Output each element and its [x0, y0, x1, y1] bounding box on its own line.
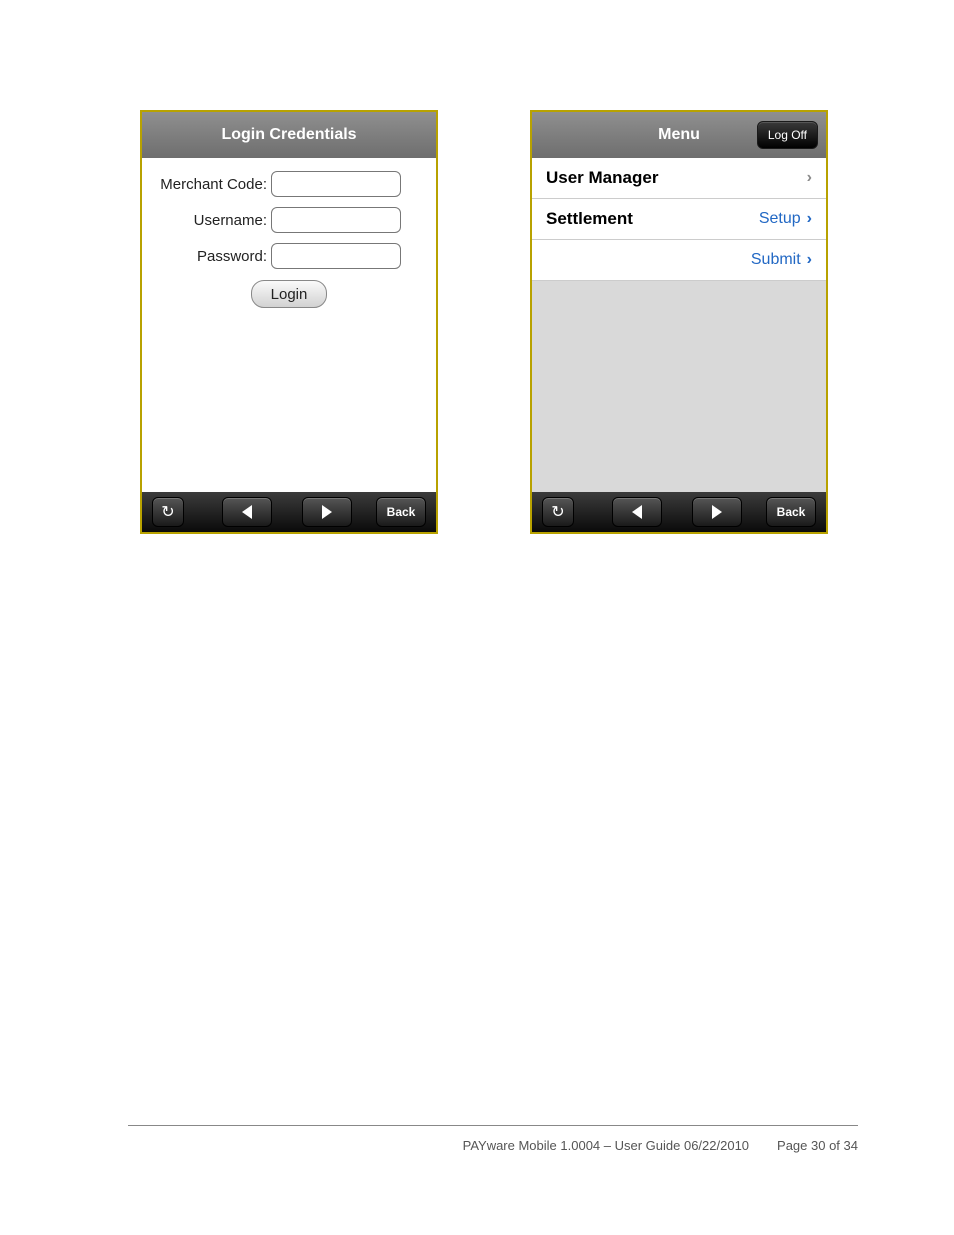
nav-prev-button[interactable]: [222, 497, 272, 527]
refresh-button[interactable]: ↻: [152, 497, 184, 527]
refresh-button[interactable]: ↻: [542, 497, 574, 527]
title-login: Login Credentials: [221, 126, 356, 144]
refresh-icon: ↻: [551, 502, 564, 522]
phone-login: Login Credentials Merchant Code: Usernam…: [140, 110, 438, 534]
triangle-right-icon: [712, 505, 722, 519]
input-username[interactable]: [271, 207, 401, 233]
label-user-manager: User Manager: [546, 168, 658, 188]
footer: PAYware Mobile 1.0004 – User Guide 06/22…: [463, 1138, 858, 1153]
label-settlement: Settlement: [546, 209, 633, 229]
screenshots-row: Login Credentials Merchant Code: Usernam…: [0, 0, 954, 534]
footer-doc: PAYware Mobile 1.0004 – User Guide 06/22…: [463, 1138, 749, 1153]
nav-prev-button[interactable]: [612, 497, 662, 527]
chevron-right-icon: ›: [807, 210, 812, 228]
login-fill: [142, 308, 436, 492]
label-password: Password:: [142, 248, 271, 265]
trail-submit: Submit ›: [751, 251, 812, 269]
menu-content: User Manager › Settlement Setup ›: [532, 158, 826, 492]
titlebar-menu: Menu Log Off: [532, 112, 826, 158]
triangle-left-icon: [632, 505, 642, 519]
toolbar-menu: ↻ Back: [532, 492, 826, 532]
chevron-right-icon: ›: [807, 251, 812, 269]
menu-list: User Manager › Settlement Setup ›: [532, 158, 826, 281]
title-menu: Menu: [658, 126, 700, 144]
row-settlement-setup[interactable]: Settlement Setup ›: [532, 199, 826, 240]
phone-menu: Menu Log Off User Manager › Settlement S…: [530, 110, 828, 534]
chevron-right-icon: ›: [807, 169, 812, 187]
refresh-icon: ↻: [161, 502, 174, 522]
input-password[interactable]: [271, 243, 401, 269]
label-merchant: Merchant Code:: [142, 176, 271, 193]
input-merchant-code[interactable]: [271, 171, 401, 197]
link-submit: Submit: [751, 251, 801, 269]
nav-next-button[interactable]: [302, 497, 352, 527]
toolbar-login: ↻ Back: [142, 492, 436, 532]
link-setup: Setup: [759, 210, 801, 228]
footer-page: Page 30 of 34: [777, 1138, 858, 1153]
triangle-left-icon: [242, 505, 252, 519]
nav-next-button[interactable]: [692, 497, 742, 527]
login-content: Merchant Code: Username: Password: Login: [142, 158, 436, 492]
row-username: Username:: [142, 204, 436, 236]
menu-fill: [532, 281, 826, 492]
trail-setup: Setup ›: [759, 210, 812, 228]
logoff-button[interactable]: Log Off: [757, 121, 818, 149]
back-button[interactable]: Back: [766, 497, 816, 527]
row-user-manager[interactable]: User Manager ›: [532, 158, 826, 199]
trail-user-manager: ›: [807, 169, 812, 187]
titlebar-login: Login Credentials: [142, 112, 436, 158]
row-settlement-submit[interactable]: Submit ›: [532, 240, 826, 281]
triangle-right-icon: [322, 505, 332, 519]
label-username: Username:: [142, 212, 271, 229]
back-button[interactable]: Back: [376, 497, 426, 527]
row-password: Password:: [142, 240, 436, 272]
footer-rule: [128, 1125, 858, 1126]
row-merchant: Merchant Code:: [142, 168, 436, 200]
login-button[interactable]: Login: [251, 280, 327, 308]
document-page: Login Credentials Merchant Code: Usernam…: [0, 0, 954, 1235]
